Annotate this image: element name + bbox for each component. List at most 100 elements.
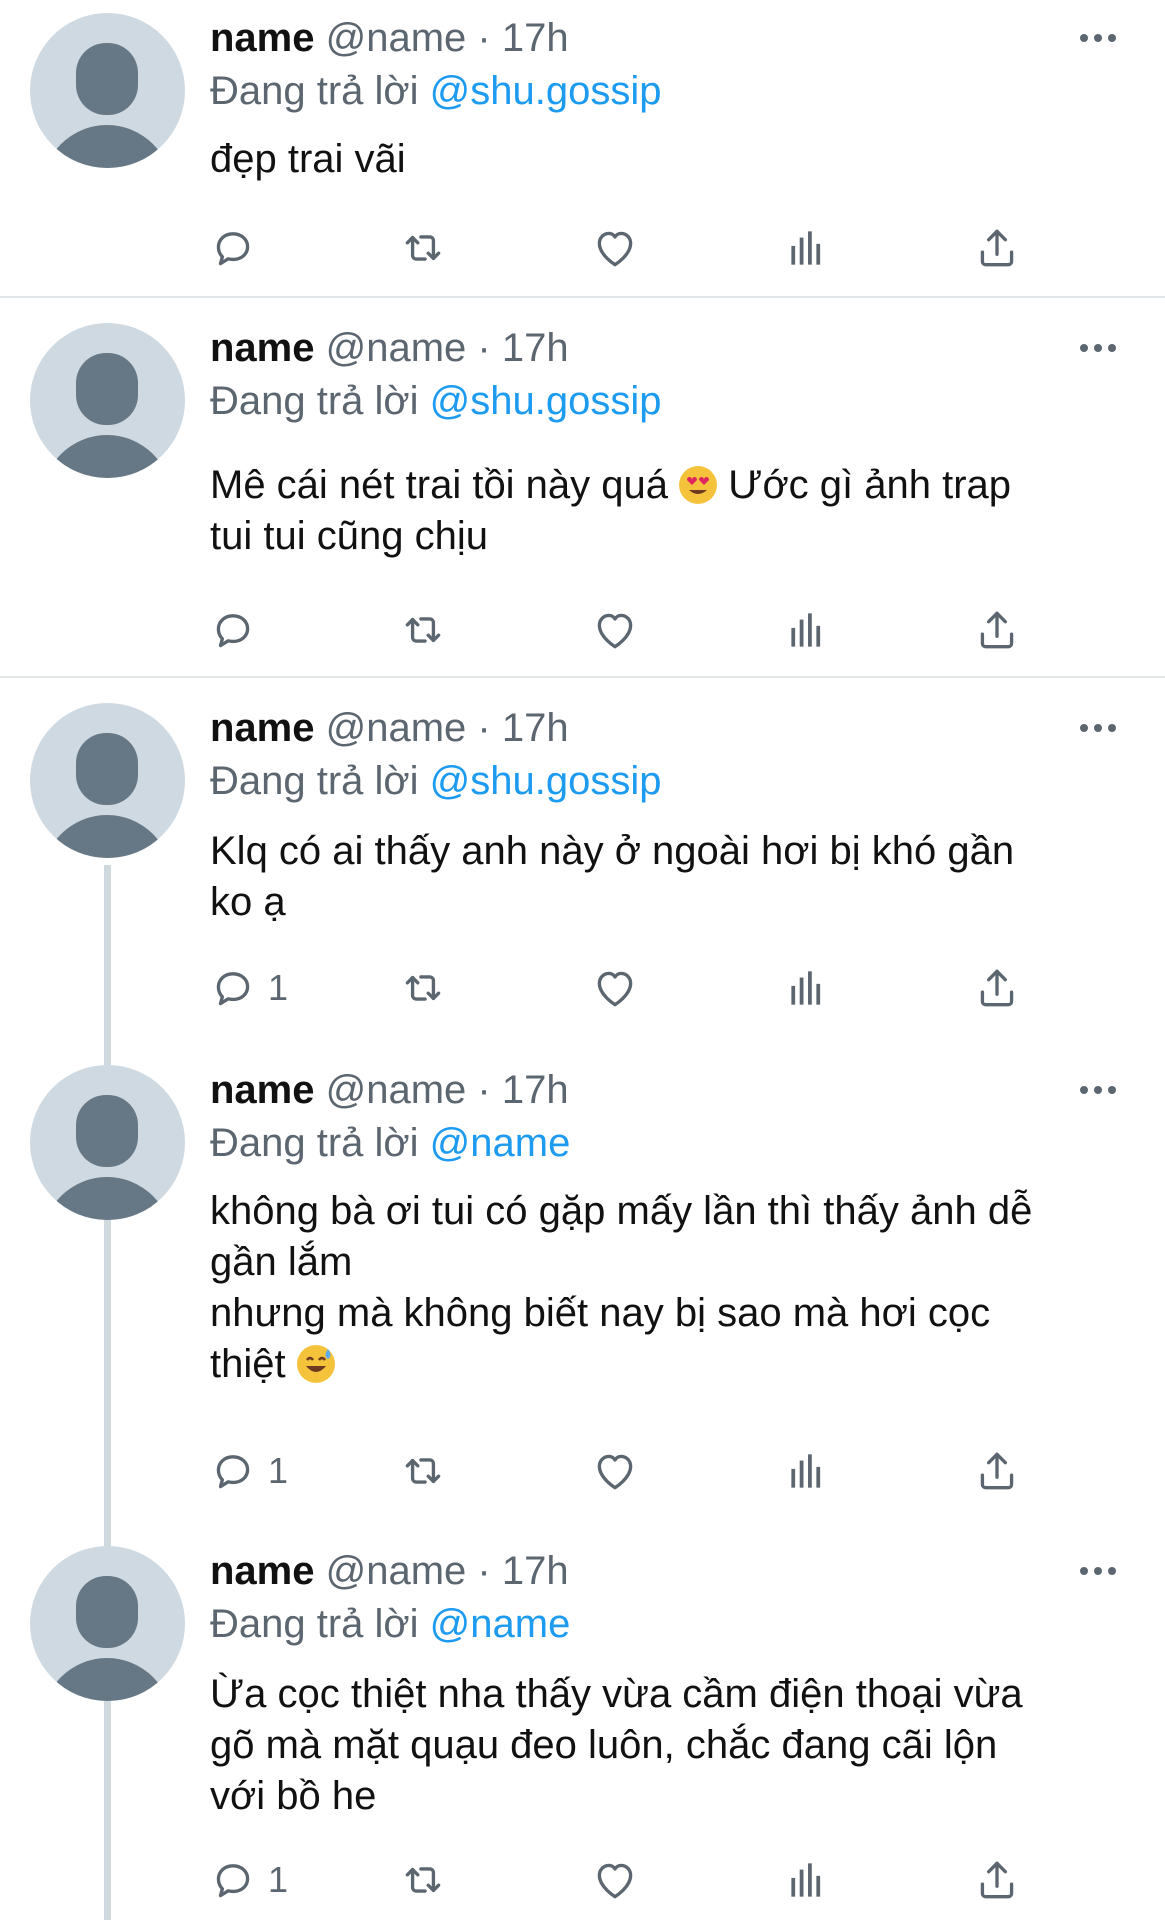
retweet-icon <box>398 605 448 655</box>
like-button[interactable] <box>590 1441 640 1501</box>
retweet-icon <box>398 1855 448 1905</box>
avatar[interactable] <box>30 323 185 478</box>
reply-icon <box>208 223 258 273</box>
timestamp[interactable]: 17h <box>502 326 569 370</box>
display-name[interactable]: name <box>210 326 315 370</box>
reply-count: 1 <box>268 1859 289 1900</box>
sweat-smile-emoji <box>296 1345 335 1383</box>
retweet-icon <box>398 963 448 1013</box>
retweet-button[interactable] <box>398 958 448 1018</box>
tweet[interactable]: name @name · 17h Đang trả lời @name Ừa c… <box>0 1533 1165 1920</box>
tweet[interactable]: name @name · 17h Đang trả lời @shu.gossi… <box>0 690 1165 1050</box>
tweet-text: Mê cái nét trai tồi này quá Ước gì ảnh t… <box>210 460 1125 562</box>
reply-count: 1 <box>268 1450 289 1491</box>
more-icon[interactable] <box>1080 1080 1124 1100</box>
share-icon <box>972 223 1022 273</box>
reply-mention-link[interactable]: @name <box>430 1602 571 1646</box>
tweet-header: name @name · 17h <box>210 704 569 752</box>
tweet-header: name @name · 17h <box>210 14 569 62</box>
like-icon <box>590 223 640 273</box>
reply-mention-link[interactable]: @name <box>430 1121 571 1165</box>
like-button[interactable] <box>590 600 640 660</box>
retweet-button[interactable] <box>398 1850 448 1910</box>
avatar[interactable] <box>30 1546 185 1701</box>
separator-dot: · <box>477 1549 491 1593</box>
views-button[interactable] <box>782 1441 832 1501</box>
retweet-icon <box>398 1446 448 1496</box>
timestamp[interactable]: 17h <box>502 1549 569 1593</box>
avatar[interactable] <box>30 1065 185 1220</box>
retweet-button[interactable] <box>398 600 448 660</box>
tweet-text: không bà ơi tui có gặp mấy lần thì thấy … <box>210 1186 1125 1390</box>
display-name[interactable]: name <box>210 16 315 60</box>
more-icon[interactable] <box>1080 718 1124 738</box>
share-button[interactable] <box>972 958 1022 1018</box>
display-name[interactable]: name <box>210 706 315 750</box>
reply-button[interactable]: 1 <box>208 958 288 1018</box>
tweet-actions: 1 <box>0 1850 1165 1910</box>
replying-to-prefix: Đang trả lời <box>210 1602 419 1646</box>
like-icon <box>590 1446 640 1496</box>
views-button[interactable] <box>782 600 832 660</box>
tweet-header: name @name · 17h <box>210 1547 569 1595</box>
share-button[interactable] <box>972 218 1022 278</box>
reply-mention-link[interactable]: @shu.gossip <box>430 379 662 423</box>
like-button[interactable] <box>590 1850 640 1910</box>
reply-icon <box>208 1446 258 1496</box>
retweet-button[interactable] <box>398 1441 448 1501</box>
user-handle: @name <box>325 1068 467 1112</box>
views-icon <box>782 223 832 273</box>
share-button[interactable] <box>972 1441 1022 1501</box>
timestamp[interactable]: 17h <box>502 706 569 750</box>
avatar[interactable] <box>30 13 185 168</box>
tweet-actions: 1 <box>0 958 1165 1018</box>
replying-to: Đang trả lời @name <box>210 1599 570 1649</box>
tweet[interactable]: name @name · 17h Đang trả lời @name khôn… <box>0 1052 1165 1532</box>
more-icon[interactable] <box>1080 1561 1124 1581</box>
separator-dot: · <box>477 326 491 370</box>
reply-button[interactable]: 1 <box>208 1441 288 1501</box>
timestamp[interactable]: 17h <box>502 1068 569 1112</box>
reply-mention-link[interactable]: @shu.gossip <box>430 69 662 113</box>
user-handle: @name <box>325 326 467 370</box>
tweet-text: Ừa cọc thiệt nha thấy vừa cầm điện thoại… <box>210 1672 1023 1818</box>
share-icon <box>972 963 1022 1013</box>
share-icon <box>972 1446 1022 1496</box>
more-icon[interactable] <box>1080 338 1124 358</box>
replying-to-prefix: Đang trả lời <box>210 379 419 423</box>
tweet-actions <box>0 218 1165 278</box>
views-icon <box>782 963 832 1013</box>
retweet-icon <box>398 223 448 273</box>
reply-mention-link[interactable]: @shu.gossip <box>430 759 662 803</box>
views-button[interactable] <box>782 958 832 1018</box>
tweet-text: đẹp trai vãi <box>210 137 406 181</box>
tweet[interactable]: name @name · 17h Đang trả lời @shu.gossi… <box>0 310 1165 680</box>
views-icon <box>782 1446 832 1496</box>
reply-button[interactable] <box>208 218 268 278</box>
avatar[interactable] <box>30 703 185 858</box>
tweet[interactable]: name @name · 17h Đang trả lời @shu.gossi… <box>0 0 1165 298</box>
reply-icon <box>208 605 258 655</box>
share-icon <box>972 1855 1022 1905</box>
replying-to-prefix: Đang trả lời <box>210 759 419 803</box>
views-button[interactable] <box>782 218 832 278</box>
divider <box>0 296 1165 298</box>
reply-icon <box>208 1855 258 1905</box>
reply-button[interactable]: 1 <box>208 1850 288 1910</box>
display-name[interactable]: name <box>210 1068 315 1112</box>
timestamp[interactable]: 17h <box>502 16 569 60</box>
like-icon <box>590 963 640 1013</box>
replying-to: Đang trả lời @shu.gossip <box>210 756 662 806</box>
retweet-button[interactable] <box>398 218 448 278</box>
like-button[interactable] <box>590 218 640 278</box>
views-button[interactable] <box>782 1850 832 1910</box>
tweet-header: name @name · 17h <box>210 324 569 372</box>
more-icon[interactable] <box>1080 28 1124 48</box>
reply-button[interactable] <box>208 600 268 660</box>
like-button[interactable] <box>590 958 640 1018</box>
share-button[interactable] <box>972 1850 1022 1910</box>
tweet-actions: 1 <box>0 1441 1165 1501</box>
separator-dot: · <box>477 706 491 750</box>
share-button[interactable] <box>972 600 1022 660</box>
display-name[interactable]: name <box>210 1549 315 1593</box>
